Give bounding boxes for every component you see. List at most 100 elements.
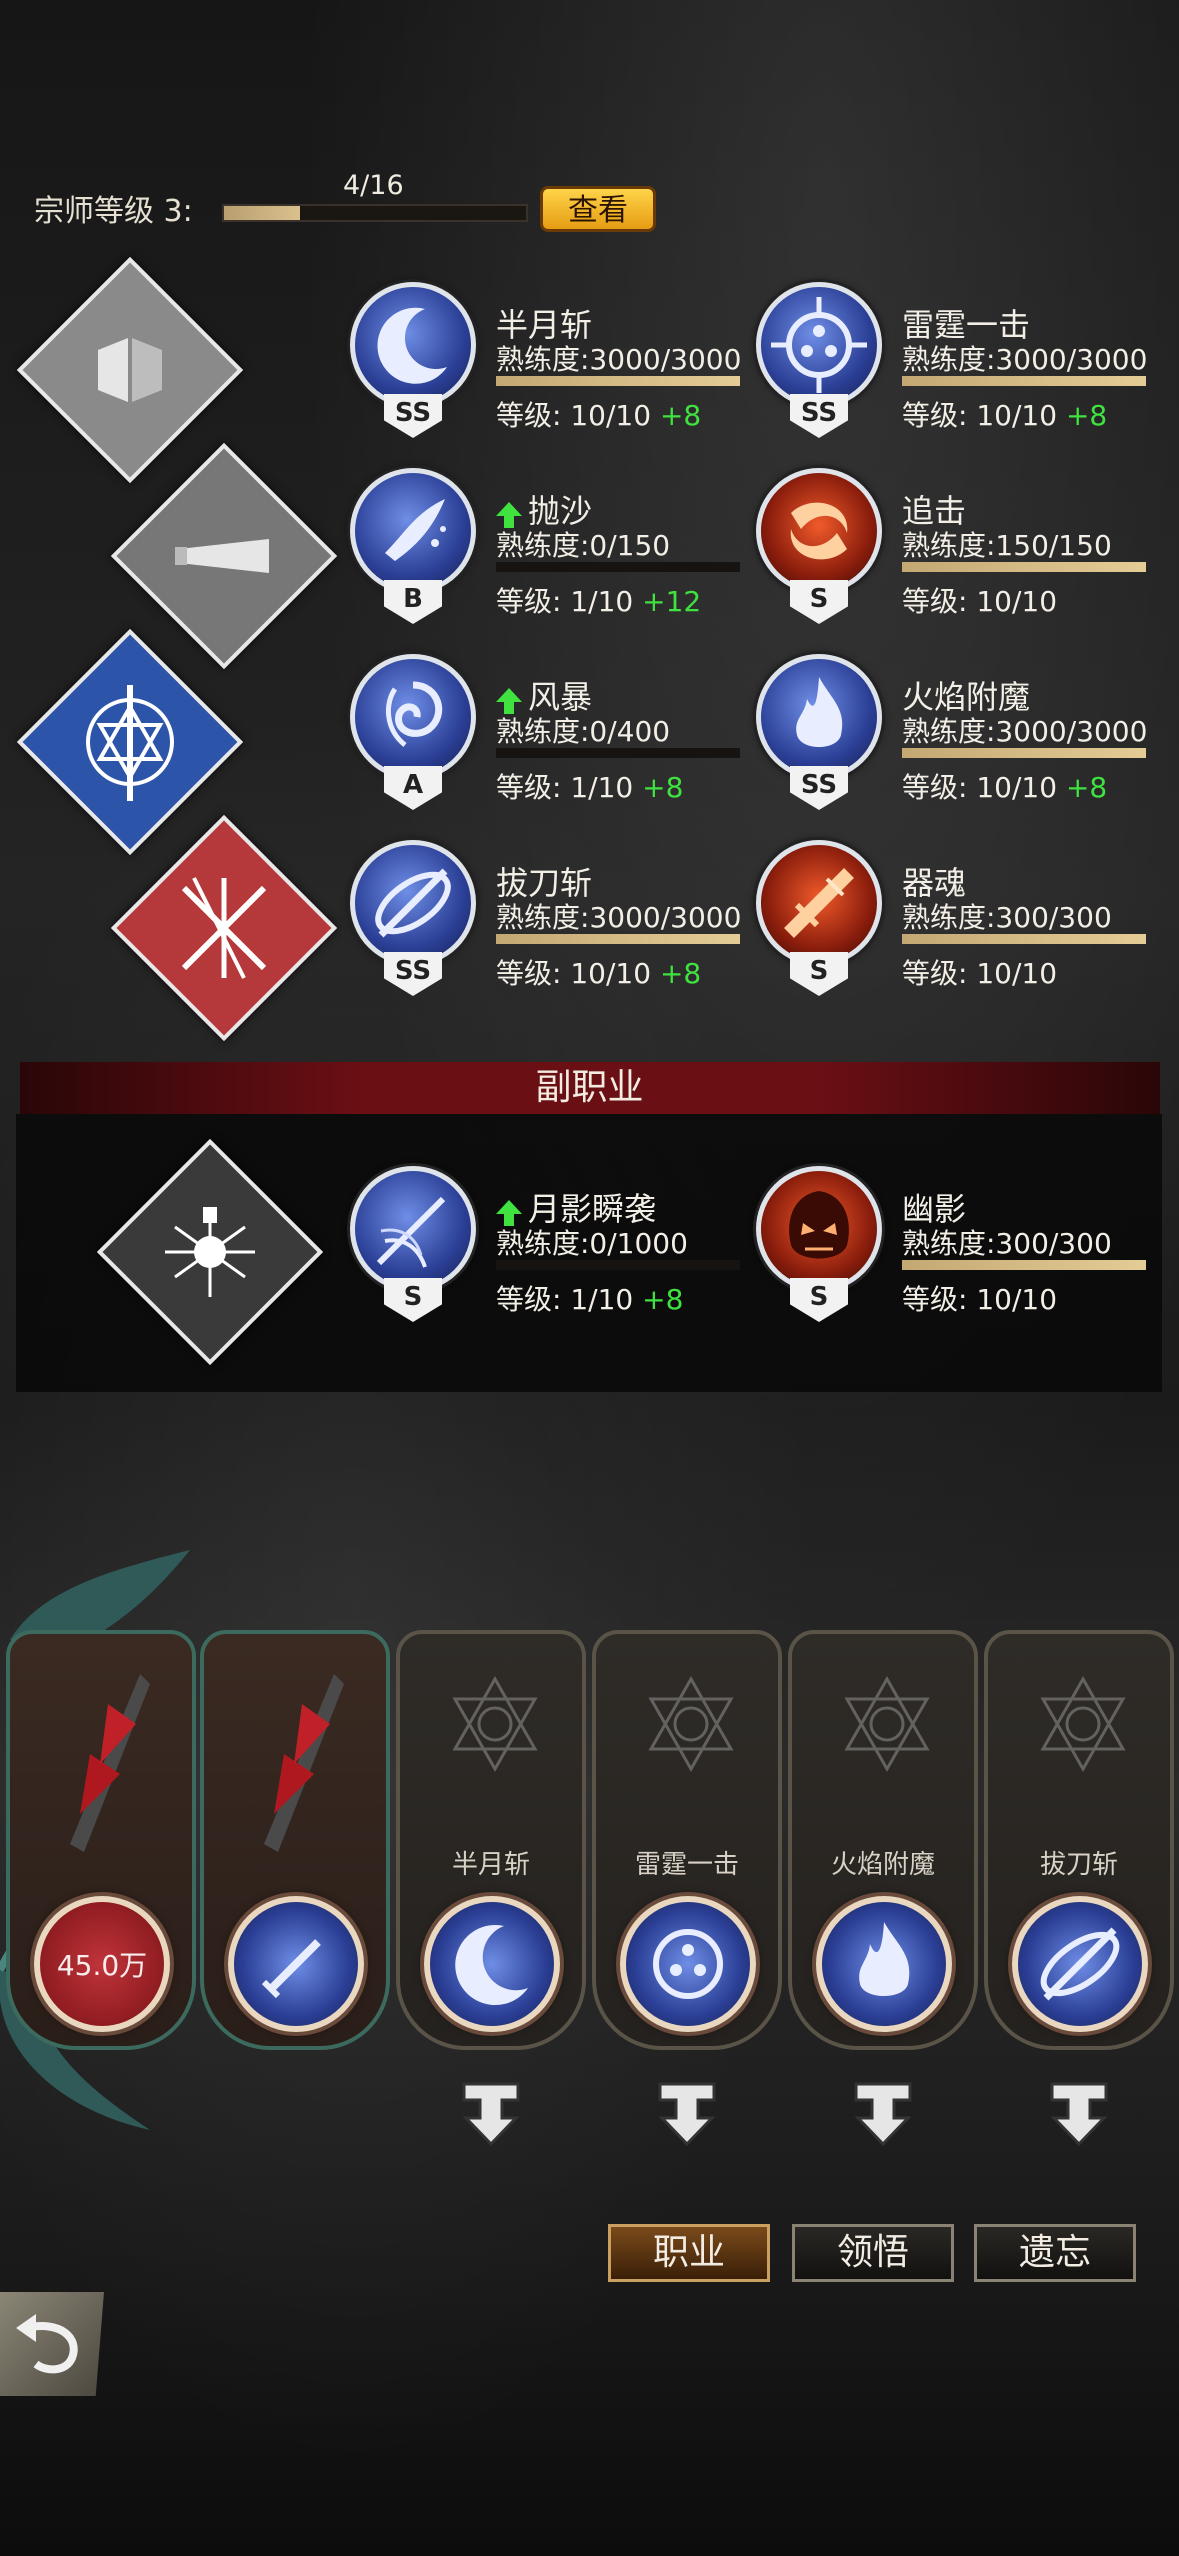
skill-level: 等级: 10/10 +8 — [496, 957, 702, 990]
upgrade-arrow-icon — [496, 688, 522, 714]
tab-job[interactable]: 职业 — [608, 2224, 770, 2282]
skill-level: 等级: 10/10 +8 — [902, 771, 1108, 804]
class-spyglass-diamond[interactable] — [110, 442, 338, 670]
proficiency-bar — [496, 748, 740, 758]
upgrade-arrow-icon — [496, 502, 522, 528]
tab-comprehend[interactable]: 领悟 — [792, 2224, 954, 2282]
skill-slot[interactable]: 雷霆一击 — [592, 1630, 782, 2050]
proficiency-bar — [496, 934, 740, 944]
skill-proficiency: 熟练度:0/1000 — [496, 1227, 688, 1260]
skill-card[interactable]: SS 拔刀斩 熟练度:3000/3000 等级: 10/10 +8 — [350, 840, 750, 1010]
skill-proficiency: 熟练度:150/150 — [902, 529, 1112, 562]
hexagram-emblem-icon — [1040, 1675, 1126, 1773]
sand-throw-skill-icon — [350, 468, 476, 594]
proficiency-bar — [902, 934, 1146, 944]
view-button[interactable]: 查看 — [540, 186, 656, 232]
unequip-arrow-button[interactable] — [1046, 2078, 1112, 2148]
skill-grade-badge: SS — [384, 952, 442, 996]
grandmaster-progress-text: 4/16 — [343, 170, 404, 201]
skill-card[interactable]: SS 火焰附魔 熟练度:3000/3000 等级: 10/10 +8 — [756, 654, 1156, 824]
thunder-skill-icon — [756, 282, 882, 408]
equip-slot-weapon[interactable]: 45.0万 — [6, 1630, 196, 2050]
slot-skill-name: 半月斩 — [451, 1850, 530, 1880]
proficiency-bar — [902, 376, 1146, 386]
skill-card[interactable]: B 抛沙 熟练度:0/150 等级: 1/10 +12 — [350, 468, 750, 638]
skill-card[interactable]: S 器魂 熟练度:300/300 等级: 10/10 — [756, 840, 1156, 1010]
skill-card[interactable]: SS 半月斩 熟练度:3000/3000 等级: 10/10 +8 — [350, 282, 750, 452]
skill-card[interactable]: SS 雷霆一击 熟练度:3000/3000 等级: 10/10 +8 — [756, 282, 1156, 452]
proficiency-bar — [496, 562, 740, 572]
hexagram-emblem-icon — [648, 1675, 734, 1773]
slot-skill-name: 拔刀斩 — [1039, 1850, 1118, 1880]
storm-skill-icon — [350, 654, 476, 780]
flame-slot-icon — [816, 1896, 952, 2032]
unequip-arrow-button[interactable] — [654, 2078, 720, 2148]
skill-card[interactable]: S 幽影 熟练度:300/300 等级: 10/10 — [756, 1166, 1156, 1336]
grandmaster-progress-bar — [222, 204, 528, 222]
proficiency-bar — [902, 748, 1146, 758]
draw-slash-skill-icon — [350, 840, 476, 966]
proficiency-fill — [902, 934, 1146, 944]
hexagram-emblem-icon — [844, 1675, 930, 1773]
skill-grade-badge: SS — [384, 394, 442, 438]
proficiency-fill — [496, 376, 740, 386]
skill-card[interactable]: S 追击 熟练度:150/150 等级: 10/10 — [756, 468, 1156, 638]
skill-slot[interactable]: 半月斩 — [396, 1630, 586, 2050]
skill-grade-badge: S — [790, 580, 848, 624]
skill-grade-badge: S — [790, 1278, 848, 1322]
unequip-arrow-button[interactable] — [850, 2078, 916, 2148]
hexagram-emblem-icon — [452, 1675, 538, 1773]
sword-slot-icon — [228, 1896, 364, 2032]
skill-card[interactable]: S 月影瞬袭 熟练度:0/1000 等级: 1/10 +8 — [350, 1166, 750, 1336]
equip-slot-weapon[interactable] — [200, 1630, 390, 2050]
class-blades-diamond[interactable] — [110, 814, 338, 1042]
skill-proficiency: 熟练度:3000/3000 — [496, 901, 742, 934]
skill-proficiency: 熟练度:3000/3000 — [496, 343, 742, 376]
proficiency-bar — [902, 1260, 1146, 1270]
skill-level: 等级: 10/10 +8 — [496, 399, 702, 432]
demon-sword-icon — [70, 1674, 150, 1852]
weapon-soul-skill-icon — [756, 840, 882, 966]
upgrade-arrow-icon — [496, 1200, 522, 1226]
class-book-diamond[interactable] — [16, 256, 244, 484]
sub-job-title: 副职业 — [535, 1067, 644, 1108]
skill-level: 等级: 10/10 — [902, 1283, 1058, 1316]
proficiency-fill — [902, 376, 1146, 386]
back-arrow-icon — [16, 2314, 78, 2374]
skill-card[interactable]: A 风暴 熟练度:0/400 等级: 1/10 +8 — [350, 654, 750, 824]
proficiency-bar — [496, 1260, 740, 1270]
class-hexagram-diamond[interactable] — [16, 628, 244, 856]
grandmaster-progress-fill — [224, 206, 300, 220]
skill-grade-badge: S — [384, 1278, 442, 1322]
hexagram-sword-class-icon — [86, 685, 174, 801]
skill-price-badge: 45.0万 — [34, 1896, 170, 2032]
back-button[interactable] — [0, 2292, 104, 2396]
book-class-icon — [98, 338, 162, 402]
thunder-slot-icon — [620, 1896, 756, 2032]
proficiency-fill — [902, 1260, 1146, 1270]
skill-proficiency: 熟练度:300/300 — [902, 901, 1112, 934]
tab-forget[interactable]: 遗忘 — [974, 2224, 1136, 2282]
skill-proficiency: 熟练度:0/400 — [496, 715, 671, 748]
skill-proficiency: 熟练度:3000/3000 — [902, 715, 1148, 748]
phantom-skill-icon — [756, 1166, 882, 1292]
slot-skill-name: 雷霆一击 — [634, 1850, 739, 1880]
proficiency-fill — [496, 934, 740, 944]
demon-sword-icon — [264, 1674, 344, 1852]
unequip-arrow-button[interactable] — [458, 2078, 524, 2148]
flame-enchant-skill-icon — [756, 654, 882, 780]
skill-proficiency: 熟练度:300/300 — [902, 1227, 1112, 1260]
blades-class-icon — [181, 877, 267, 979]
skill-grade-badge: B — [384, 580, 442, 624]
skill-level: 等级: 10/10 — [902, 957, 1058, 990]
crescent-skill-icon — [350, 282, 476, 408]
grandmaster-level-label: 宗师等级 3: — [34, 194, 193, 229]
skill-grade-badge: S — [790, 952, 848, 996]
skill-level: 等级: 10/10 +8 — [902, 399, 1108, 432]
skill-slot[interactable]: 火焰附魔 — [788, 1630, 978, 2050]
skill-level: 等级: 1/10 +8 — [496, 1283, 684, 1316]
draw-slash-slot-icon — [1012, 1896, 1148, 2032]
skill-slot[interactable]: 拔刀斩 — [984, 1630, 1174, 2050]
moon-shadow-skill-icon — [350, 1166, 476, 1292]
proficiency-fill — [902, 748, 1146, 758]
